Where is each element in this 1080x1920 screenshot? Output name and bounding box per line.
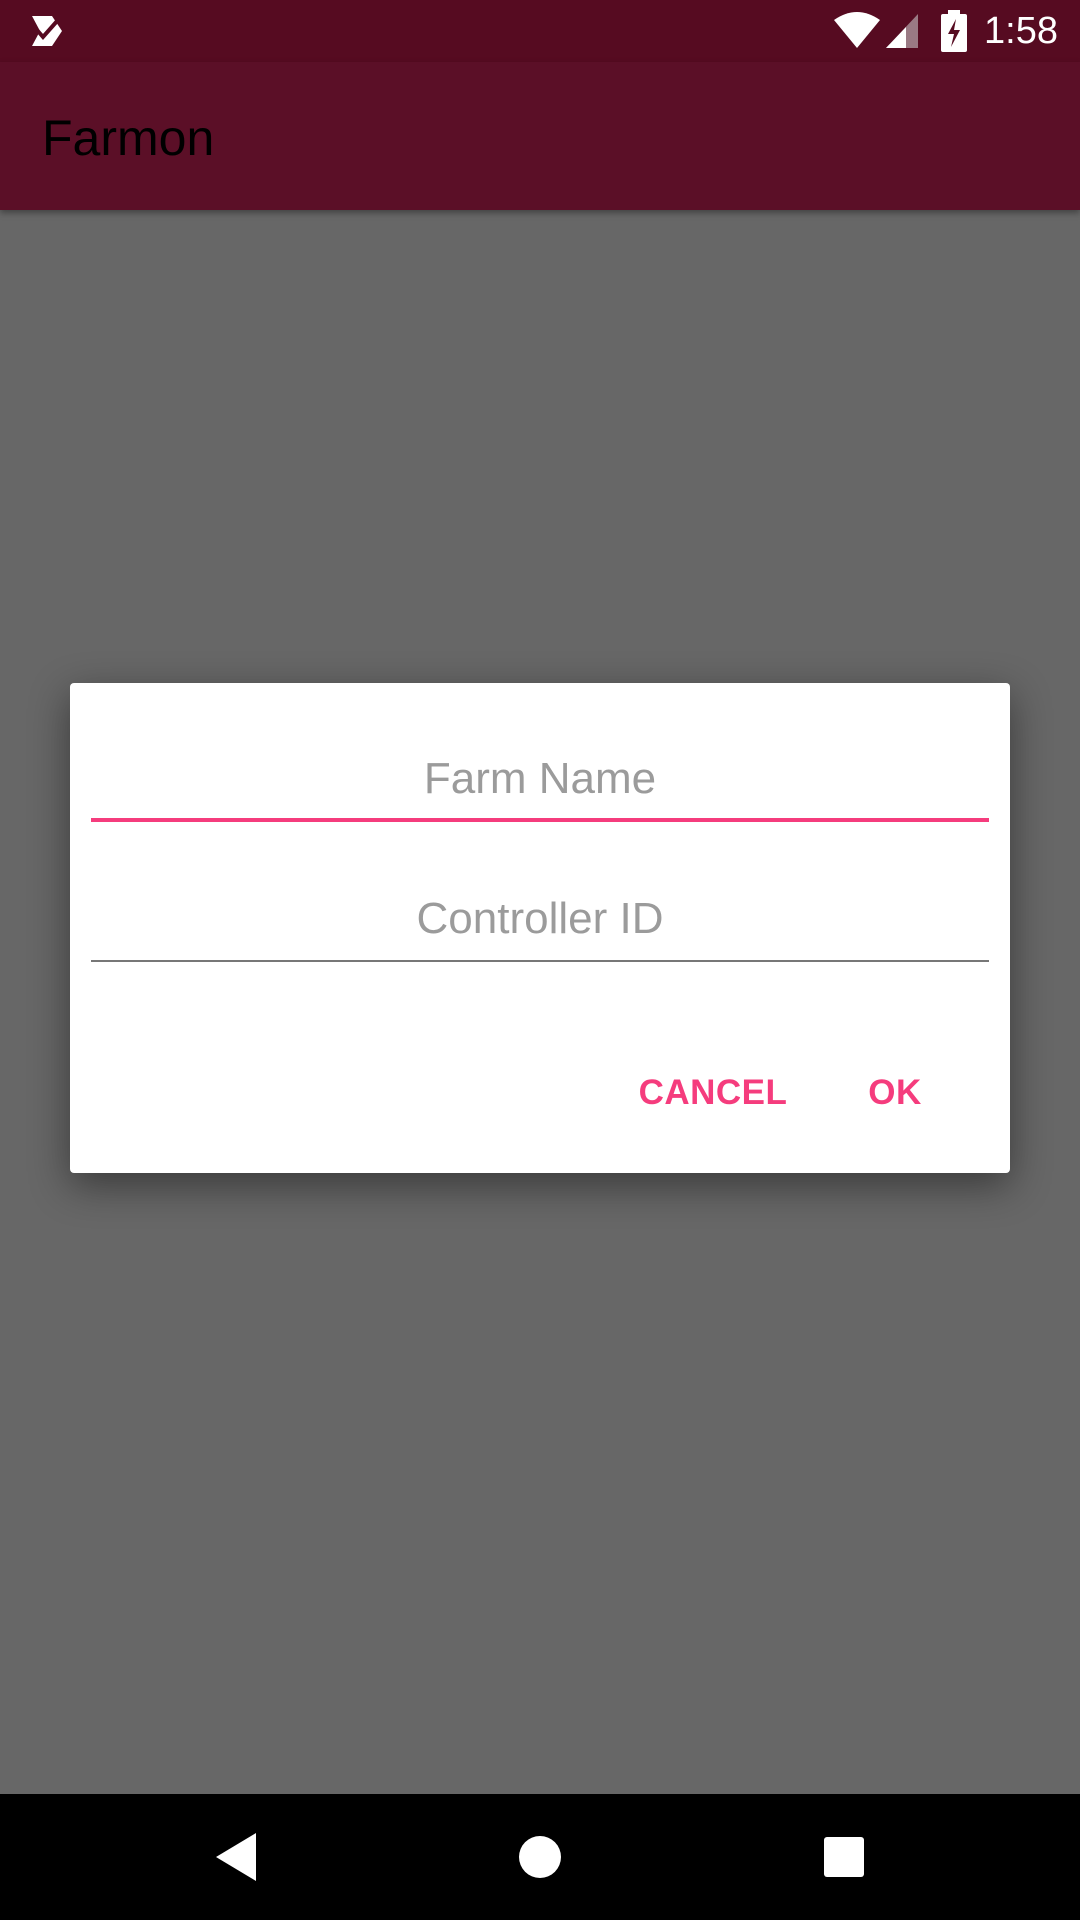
cancel-button[interactable]: CANCEL	[638, 1063, 788, 1123]
status-clock: 1:58	[984, 10, 1058, 52]
home-icon[interactable]	[510, 1827, 570, 1887]
farm-name-field	[91, 740, 989, 822]
notification-check-icon	[32, 16, 62, 46]
signal-icon	[886, 14, 918, 48]
add-farm-dialog: CANCEL OK	[70, 683, 1010, 1173]
farm-name-input[interactable]	[91, 740, 989, 818]
recents-icon[interactable]	[814, 1827, 874, 1887]
controller-id-underline	[91, 960, 989, 962]
navigation-bar	[0, 1794, 1080, 1920]
app-bar: Farmon	[0, 62, 1080, 210]
screen: 1:58 Farmon CANCEL OK	[0, 0, 1080, 1920]
status-bar: 1:58	[0, 0, 1080, 62]
farm-name-underline	[91, 818, 989, 822]
back-icon[interactable]	[208, 1827, 268, 1887]
ok-button[interactable]: OK	[863, 1063, 927, 1123]
wifi-icon	[834, 12, 880, 48]
controller-id-input[interactable]	[91, 880, 989, 958]
battery-charging-icon	[941, 10, 967, 52]
controller-id-field	[91, 880, 989, 962]
app-title: Farmon	[42, 110, 215, 166]
